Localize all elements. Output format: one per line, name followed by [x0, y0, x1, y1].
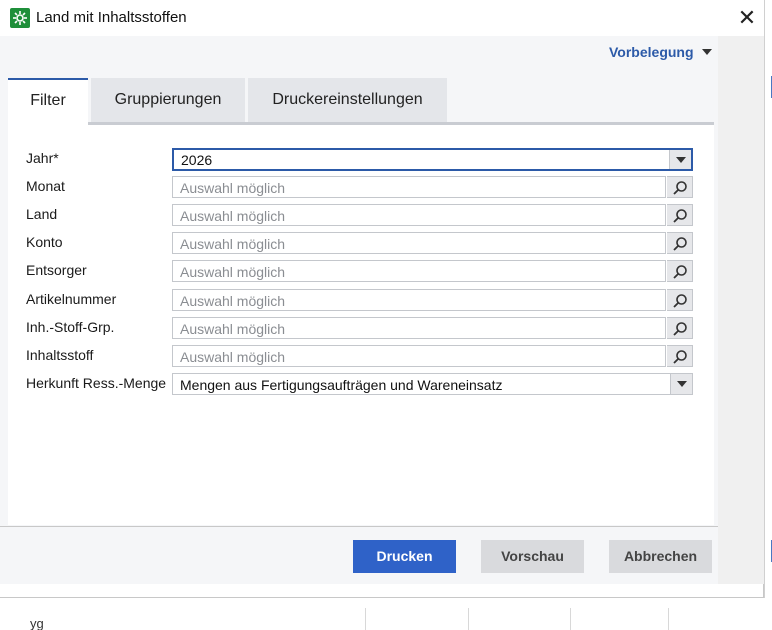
origin-label: Herkunft Ress.-Menge — [26, 375, 167, 391]
search-icon[interactable] — [667, 204, 693, 226]
disposer-input[interactable]: Auswahl möglich — [172, 260, 666, 282]
year-select[interactable]: 2026 — [172, 148, 693, 171]
substance-placeholder: Auswahl möglich — [180, 349, 286, 365]
background-gridline — [468, 608, 469, 630]
month-label: Monat — [26, 178, 65, 194]
country-input[interactable]: Auswahl möglich — [172, 204, 666, 226]
origin-value: Mengen aus Fertigungsaufträgen und Waren… — [180, 377, 503, 393]
month-placeholder: Auswahl möglich — [180, 180, 286, 196]
background-window-edge — [764, 0, 772, 630]
close-icon[interactable]: ✕ — [730, 4, 764, 32]
origin-select[interactable]: Mengen aus Fertigungsaufträgen und Waren… — [172, 373, 693, 395]
tab-druckereinstellungen[interactable]: Druckereinstellungen — [248, 78, 447, 122]
dialog-gutter — [718, 36, 764, 584]
article-input[interactable]: Auswahl möglich — [172, 289, 666, 311]
search-icon[interactable] — [667, 232, 693, 254]
search-icon[interactable] — [667, 345, 693, 367]
country-label: Land — [26, 206, 58, 222]
country-placeholder: Auswahl möglich — [180, 208, 286, 224]
year-dropdown-button[interactable] — [669, 150, 691, 169]
disposer-placeholder: Auswahl möglich — [180, 264, 286, 280]
article-label: Artikelnummer — [26, 291, 117, 307]
background-gridline — [570, 608, 571, 630]
background-window-bottom: yg — [0, 598, 772, 630]
window-title: Land mit Inhaltsstoffen — [36, 9, 187, 26]
search-icon[interactable] — [667, 176, 693, 198]
chevron-down-icon[interactable] — [702, 49, 712, 55]
chevron-down-icon — [676, 157, 686, 163]
account-input[interactable]: Auswahl möglich — [172, 232, 666, 254]
footer-divider — [0, 526, 718, 527]
cancel-button[interactable]: Abbrechen — [609, 540, 712, 573]
tab-bar: Filter Gruppierungen Druckereinstellunge… — [8, 78, 714, 126]
tab-gruppierungen[interactable]: Gruppierungen — [91, 78, 245, 122]
title-bar[interactable]: Land mit Inhaltsstoffen ✕ — [0, 0, 764, 36]
substance-group-input[interactable]: Auswahl möglich — [172, 317, 666, 339]
background-gridline — [365, 608, 366, 630]
account-placeholder: Auswahl möglich — [180, 236, 286, 252]
article-placeholder: Auswahl möglich — [180, 293, 286, 309]
print-dialog: Land mit Inhaltsstoffen ✕ Vorbelegung Fi… — [0, 0, 764, 598]
year-value: 2026 — [181, 152, 213, 168]
search-icon[interactable] — [667, 260, 693, 282]
app-gear-icon — [10, 8, 30, 28]
year-label: Jahr* — [26, 150, 59, 166]
month-input[interactable]: Auswahl möglich — [172, 176, 666, 198]
origin-dropdown-button[interactable] — [670, 374, 692, 394]
chevron-down-icon — [677, 381, 687, 387]
preset-dropdown[interactable]: Vorbelegung — [609, 44, 694, 60]
account-label: Konto — [26, 234, 63, 250]
background-text: yg — [30, 616, 44, 630]
substance-label: Inhaltsstoff — [26, 347, 94, 363]
background-gridline — [668, 608, 669, 630]
substance-input[interactable]: Auswahl möglich — [172, 345, 666, 367]
disposer-label: Entsorger — [26, 262, 87, 278]
search-icon[interactable] — [667, 317, 693, 339]
search-icon[interactable] — [667, 289, 693, 311]
substance-group-label: Inh.-Stoff-Grp. — [26, 319, 115, 335]
preview-button[interactable]: Vorschau — [481, 540, 584, 573]
print-button[interactable]: Drucken — [353, 540, 456, 573]
tab-filter[interactable]: Filter — [8, 78, 88, 126]
substance-group-placeholder: Auswahl möglich — [180, 321, 286, 337]
